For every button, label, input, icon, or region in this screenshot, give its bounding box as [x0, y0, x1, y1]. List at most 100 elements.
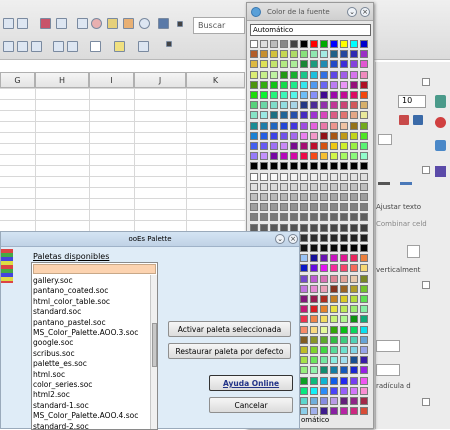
- color-swatch[interactable]: [330, 366, 338, 375]
- color-swatch[interactable]: [350, 182, 358, 191]
- color-swatch[interactable]: [250, 101, 258, 110]
- align-center-icon[interactable]: [400, 182, 412, 185]
- color-swatch[interactable]: [280, 203, 288, 212]
- alignment-dropdown[interactable]: [407, 245, 420, 258]
- color-swatch[interactable]: [310, 335, 318, 344]
- color-swatch[interactable]: [290, 91, 298, 99]
- decimal-icon[interactable]: [31, 41, 42, 52]
- color-swatch[interactable]: [310, 172, 318, 181]
- color-swatch[interactable]: [310, 325, 318, 334]
- color-swatch[interactable]: [320, 101, 328, 110]
- borders-icon[interactable]: [90, 41, 101, 52]
- color-swatch[interactable]: [350, 315, 358, 324]
- color-swatch[interactable]: [330, 356, 338, 365]
- color-swatch[interactable]: [340, 193, 348, 201]
- color-swatch[interactable]: [310, 91, 318, 99]
- color-swatch[interactable]: [290, 60, 298, 69]
- color-swatch[interactable]: [320, 346, 328, 354]
- color-swatch[interactable]: [310, 346, 318, 354]
- color-swatch[interactable]: [310, 101, 318, 110]
- color-swatch[interactable]: [300, 315, 308, 324]
- color-swatch[interactable]: [260, 111, 268, 120]
- color-swatch[interactable]: [280, 50, 288, 59]
- color-swatch[interactable]: [300, 335, 308, 344]
- color-swatch[interactable]: [270, 182, 278, 191]
- color-swatch[interactable]: [330, 233, 338, 242]
- color-swatch[interactable]: [290, 193, 298, 201]
- color-swatch[interactable]: [300, 244, 308, 252]
- font-size-input[interactable]: 10: [398, 95, 426, 108]
- color-swatch[interactable]: [360, 172, 368, 181]
- color-swatch[interactable]: [300, 203, 308, 212]
- color-swatch[interactable]: [320, 376, 328, 385]
- color-swatch[interactable]: [350, 60, 358, 69]
- color-swatch[interactable]: [250, 40, 258, 48]
- color-swatch[interactable]: [300, 305, 308, 314]
- color-swatch[interactable]: [320, 131, 328, 140]
- color-swatch[interactable]: [260, 50, 268, 59]
- color-swatch[interactable]: [250, 142, 258, 150]
- color-swatch[interactable]: [250, 162, 258, 171]
- color-swatch[interactable]: [310, 152, 318, 161]
- color-swatch[interactable]: [320, 162, 328, 171]
- color-swatch[interactable]: [270, 121, 278, 130]
- color-swatch[interactable]: [360, 376, 368, 385]
- color-swatch[interactable]: [300, 91, 308, 99]
- color-swatch[interactable]: [300, 142, 308, 150]
- color-swatch[interactable]: [330, 274, 338, 283]
- bold-icon[interactable]: [399, 115, 409, 125]
- zoom-icon[interactable]: [139, 18, 150, 29]
- color-swatch[interactable]: [290, 40, 298, 48]
- color-swatch[interactable]: [290, 172, 298, 181]
- restore-palette-button[interactable]: Restaurar paleta por defecto: [168, 343, 291, 359]
- color-swatch[interactable]: [250, 152, 258, 161]
- color-swatch[interactable]: [340, 152, 348, 161]
- color-swatch[interactable]: [330, 213, 338, 222]
- color-swatch[interactable]: [280, 193, 288, 201]
- color-swatch[interactable]: [320, 60, 328, 69]
- color-swatch[interactable]: [300, 386, 308, 395]
- color-swatch[interactable]: [270, 193, 278, 201]
- color-swatch[interactable]: [250, 70, 258, 79]
- color-swatch[interactable]: [350, 254, 358, 263]
- no-entry-icon[interactable]: [91, 18, 102, 29]
- collapse-button[interactable]: [422, 78, 430, 86]
- color-swatch[interactable]: [310, 60, 318, 69]
- color-swatch[interactable]: [350, 274, 358, 283]
- color-swatch[interactable]: [250, 91, 258, 99]
- color-swatch[interactable]: [290, 70, 298, 79]
- color-swatch[interactable]: [320, 356, 328, 365]
- color-swatch[interactable]: [350, 356, 358, 365]
- color-swatch[interactable]: [300, 152, 308, 161]
- color-swatch[interactable]: [360, 60, 368, 69]
- color-swatch[interactable]: [350, 80, 358, 89]
- cancel-button[interactable]: Cancelar: [209, 397, 293, 413]
- color-swatch[interactable]: [310, 233, 318, 242]
- color-swatch[interactable]: [340, 213, 348, 222]
- color-swatch[interactable]: [360, 80, 368, 89]
- color-swatch[interactable]: [250, 131, 258, 140]
- color-swatch[interactable]: [270, 80, 278, 89]
- color-swatch[interactable]: [270, 40, 278, 48]
- color-swatch[interactable]: [330, 182, 338, 191]
- color-swatch[interactable]: [300, 70, 308, 79]
- color-swatch[interactable]: [280, 80, 288, 89]
- color-swatch[interactable]: [360, 295, 368, 303]
- color-swatch[interactable]: [350, 91, 358, 99]
- color-swatch[interactable]: [300, 80, 308, 89]
- color-swatch[interactable]: [310, 223, 318, 232]
- color-swatch[interactable]: [320, 366, 328, 375]
- color-swatch[interactable]: [280, 131, 288, 140]
- color-swatch[interactable]: [260, 60, 268, 69]
- color-swatch[interactable]: [350, 162, 358, 171]
- color-swatch[interactable]: [260, 121, 268, 130]
- column-header[interactable]: K: [186, 72, 245, 88]
- color-swatch[interactable]: [360, 386, 368, 395]
- color-swatch[interactable]: [270, 213, 278, 222]
- color-swatch[interactable]: [300, 223, 308, 232]
- color-swatch[interactable]: [340, 366, 348, 375]
- color-swatch[interactable]: [330, 203, 338, 212]
- color-swatch[interactable]: [260, 80, 268, 89]
- color-swatch[interactable]: [360, 142, 368, 150]
- color-swatch[interactable]: [360, 305, 368, 314]
